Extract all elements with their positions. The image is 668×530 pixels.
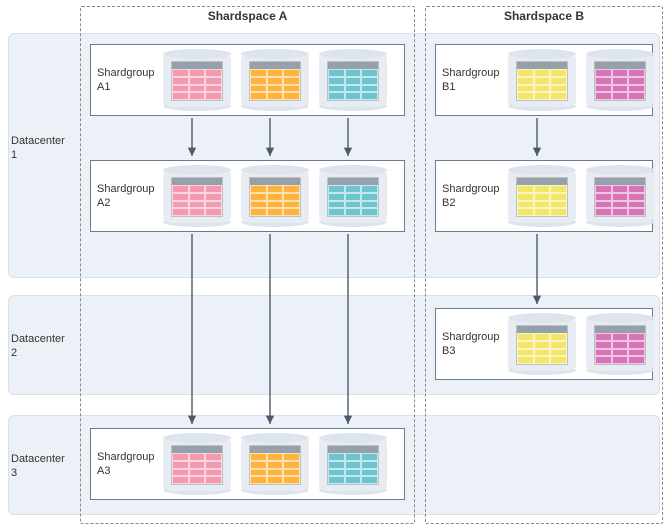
shard-icon <box>584 313 656 375</box>
shardgroup-label: Shardgroup A3 <box>97 450 155 479</box>
shardspace-title: Shardspace B <box>426 6 662 26</box>
shardgroup-label: Shardgroup B1 <box>442 66 500 95</box>
shardgroup-b1: Shardgroup B1 <box>435 44 653 116</box>
shardgroup-a2: Shardgroup A2 <box>90 160 405 232</box>
shardgroup-label: Shardgroup B2 <box>442 182 500 211</box>
shard-icon <box>161 165 233 227</box>
shardgroup-label: Shardgroup A2 <box>97 182 155 211</box>
shard-icon <box>506 165 578 227</box>
datacenter-label: Datacenter 3 <box>11 452 73 481</box>
datacenter-label: Datacenter 2 <box>11 332 73 361</box>
shard-icon <box>584 49 656 111</box>
shard-icon <box>317 49 389 111</box>
shardgroup-label: Shardgroup A1 <box>97 66 155 95</box>
shard-icon <box>584 165 656 227</box>
shard-icon <box>239 49 311 111</box>
shardgroup-b2: Shardgroup B2 <box>435 160 653 232</box>
shard-icon <box>161 49 233 111</box>
shardgroup-a3: Shardgroup A3 <box>90 428 405 500</box>
shard-icon <box>506 49 578 111</box>
shard-icon <box>317 433 389 495</box>
shard-icon <box>239 433 311 495</box>
shard-icon <box>239 165 311 227</box>
datacenter-label: Datacenter 1 <box>11 134 73 163</box>
shard-icon <box>317 165 389 227</box>
shard-icon <box>161 433 233 495</box>
shardgroup-a1: Shardgroup A1 <box>90 44 405 116</box>
shard-icon <box>506 313 578 375</box>
shardgroup-label: Shardgroup B3 <box>442 330 500 359</box>
shardspace-title: Shardspace A <box>81 6 414 26</box>
shardgroup-b3: Shardgroup B3 <box>435 308 653 380</box>
